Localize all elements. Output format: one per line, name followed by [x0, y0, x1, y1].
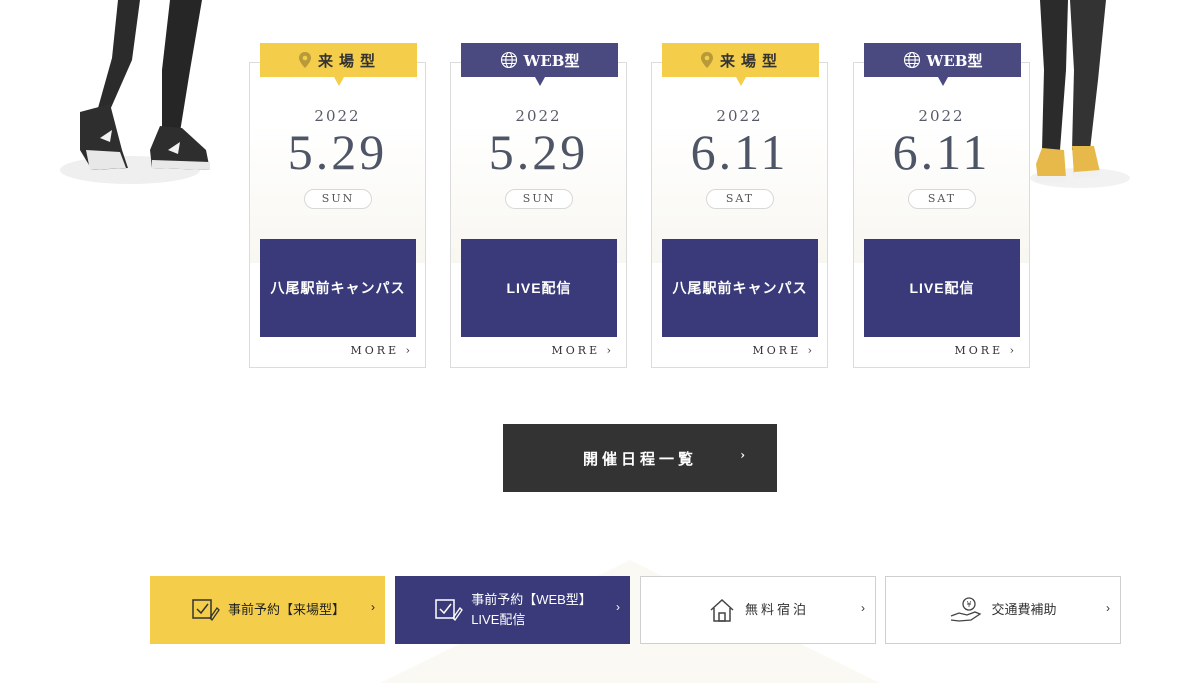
event-weekday: SAT — [908, 189, 976, 209]
event-date: 6.11 — [690, 124, 789, 180]
event-card[interactable]: WEB型 2022 6.11 SAT LIVE配信 MORE › — [853, 43, 1030, 368]
event-venue-button[interactable]: LIVE配信 — [864, 239, 1020, 337]
event-cards: 来場型 2022 5.29 SUN 八尾駅前キャンパス MORE › WEB型 2022 5.… — [249, 42, 1031, 370]
reservation-web-label: 事前予約【WEB型】 — [471, 592, 592, 607]
event-weekday: SUN — [505, 189, 573, 209]
event-type-label: WEB型 — [523, 51, 580, 70]
more-label: MORE — [752, 344, 802, 357]
chevron-right-icon: › — [807, 344, 815, 357]
event-type-tag: 来場型 — [662, 43, 819, 86]
more-link[interactable]: MORE › — [351, 344, 414, 357]
more-label: MORE — [551, 344, 601, 357]
globe-icon — [500, 51, 517, 69]
schedule-list-button[interactable]: 開催日程一覧 › — [503, 424, 777, 492]
event-type-tag: WEB型 — [864, 43, 1021, 86]
location-pin-icon — [700, 52, 713, 68]
reservation-onsite-label: 事前予約【来場型】 — [227, 602, 345, 617]
more-link[interactable]: MORE › — [552, 344, 615, 357]
more-label: MORE — [954, 344, 1004, 357]
more-label: MORE — [350, 344, 400, 357]
event-card[interactable]: WEB型 2022 5.29 SUN LIVE配信 MORE › — [450, 43, 627, 368]
checklist-pen-icon — [435, 599, 464, 622]
free-lodging-label: 無料宿泊 — [744, 602, 809, 617]
event-venue-button[interactable]: 八尾駅前キャンパス — [260, 239, 416, 337]
location-pin-icon — [298, 52, 311, 68]
reservation-web-button[interactable]: 事前予約【WEB型】 LIVE配信 › — [395, 576, 630, 644]
event-type-label: WEB型 — [926, 51, 983, 70]
event-type-tag: WEB型 — [461, 43, 618, 86]
chevron-right-icon: › — [1106, 601, 1110, 615]
hand-coin-icon: ¥ — [951, 597, 982, 622]
free-lodging-button[interactable]: 無料宿泊 › — [640, 576, 876, 644]
event-type-label: 来場型 — [719, 51, 783, 70]
chevron-right-icon: › — [740, 448, 745, 462]
reservation-web-sublabel: LIVE配信 — [471, 612, 526, 627]
event-type-tag: 来場型 — [260, 43, 417, 86]
travel-subsidy-button[interactable]: ¥ 交通費補助 › — [885, 576, 1121, 644]
event-weekday: SUN — [304, 189, 372, 209]
house-icon — [710, 598, 734, 622]
event-weekday: SAT — [706, 189, 774, 209]
travel-subsidy-label: 交通費補助 — [991, 602, 1057, 617]
schedule-list-label: 開催日程一覧 — [582, 449, 697, 468]
chevron-right-icon: › — [606, 344, 614, 357]
chevron-right-icon: › — [405, 344, 413, 357]
event-venue-label: LIVE配信 — [909, 280, 975, 296]
event-venue-label: 八尾駅前キャンパス — [672, 280, 808, 296]
event-date: 5.29 — [287, 124, 388, 180]
checklist-pen-icon — [192, 599, 220, 622]
student-legs-left-image — [60, 0, 210, 184]
event-venue-button[interactable]: LIVE配信 — [461, 239, 617, 337]
event-venue-label: 八尾駅前キャンパス — [270, 280, 406, 296]
event-card[interactable]: 来場型 2022 5.29 SUN 八尾駅前キャンパス MORE › — [249, 43, 426, 368]
event-date: 6.11 — [892, 124, 991, 180]
chevron-right-icon: › — [861, 601, 865, 615]
chevron-right-icon: › — [371, 600, 375, 614]
more-link[interactable]: MORE › — [753, 344, 816, 357]
event-venue-label: LIVE配信 — [506, 280, 572, 296]
more-link[interactable]: MORE › — [955, 344, 1018, 357]
chevron-right-icon: › — [1009, 344, 1017, 357]
event-venue-button[interactable]: 八尾駅前キャンパス — [662, 239, 818, 337]
event-date: 5.29 — [488, 124, 589, 180]
student-legs-right-image — [1030, 0, 1130, 188]
chevron-right-icon: › — [616, 600, 620, 614]
svg-text:¥: ¥ — [967, 600, 972, 609]
reservation-onsite-button[interactable]: 事前予約【来場型】 › — [150, 576, 385, 644]
event-type-label: 来場型 — [317, 51, 381, 70]
globe-icon — [903, 51, 920, 69]
event-card[interactable]: 来場型 2022 6.11 SAT 八尾駅前キャンパス MORE › — [651, 43, 828, 368]
